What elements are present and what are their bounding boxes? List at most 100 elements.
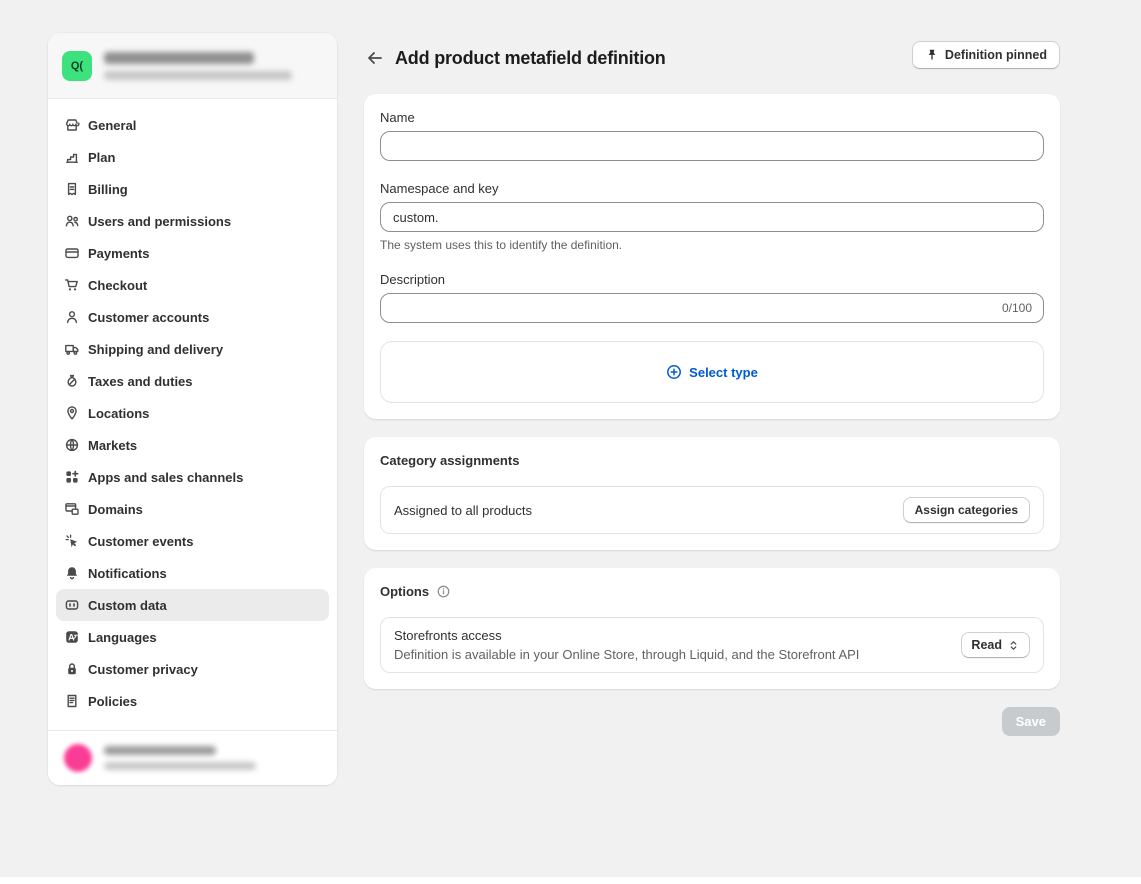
cursor-click-icon — [64, 533, 80, 549]
main-content: Add product metafield definition Definit… — [364, 42, 1060, 736]
sidebar-item-locations[interactable]: Locations — [56, 397, 329, 429]
sidebar-item-label: Billing — [88, 182, 128, 197]
namespace-label: Namespace and key — [380, 181, 1044, 196]
sidebar-item-label: Locations — [88, 406, 149, 421]
sidebar-item-label: Custom data — [88, 598, 167, 613]
description-input[interactable] — [380, 293, 1044, 323]
arrow-left-icon — [365, 48, 385, 68]
custom-data-icon — [64, 597, 80, 613]
store-switcher[interactable]: Q( — [48, 33, 337, 99]
options-card: Options Storefronts access Definition is… — [364, 568, 1060, 689]
lock-icon — [64, 661, 80, 677]
sidebar-item-label: Plan — [88, 150, 115, 165]
assign-categories-button[interactable]: Assign categories — [903, 497, 1030, 523]
sidebar-item-domains[interactable]: Domains — [56, 493, 329, 525]
apps-grid-icon — [64, 469, 80, 485]
namespace-help-text: The system uses this to identify the def… — [380, 238, 1044, 252]
sidebar-item-languages[interactable]: Languages — [56, 621, 329, 653]
storefronts-access-text: Storefronts access Definition is availab… — [394, 628, 949, 662]
user-identity — [104, 746, 256, 770]
store-avatar: Q( — [62, 51, 92, 81]
namespace-key-input[interactable] — [380, 202, 1044, 232]
sidebar-item-custom-data[interactable]: Custom data — [56, 589, 329, 621]
name-input[interactable] — [380, 131, 1044, 161]
document-icon — [64, 693, 80, 709]
sidebar-item-general[interactable]: General — [56, 109, 329, 141]
sidebar-item-customer-events[interactable]: Customer events — [56, 525, 329, 557]
plus-circle-icon — [666, 364, 682, 380]
sidebar-item-label: Shipping and delivery — [88, 342, 223, 357]
sidebar-item-label: General — [88, 118, 136, 133]
sidebar-item-billing[interactable]: Billing — [56, 173, 329, 205]
globe-icon — [64, 437, 80, 453]
namespace-field-group: Namespace and key The system uses this t… — [380, 181, 1044, 252]
credit-card-icon — [64, 245, 80, 261]
storefronts-access-title: Storefronts access — [394, 628, 949, 643]
sidebar-item-label: Payments — [88, 246, 149, 261]
sidebar-item-customer-accounts[interactable]: Customer accounts — [56, 301, 329, 333]
sidebar-item-label: Policies — [88, 694, 137, 709]
back-button[interactable] — [364, 47, 386, 69]
updown-caret-icon — [1007, 639, 1020, 652]
category-assignments-heading: Category assignments — [380, 453, 1044, 468]
store-identity — [104, 52, 292, 80]
options-heading: Options — [380, 584, 429, 599]
sidebar-item-policies[interactable]: Policies — [56, 685, 329, 717]
store-domain-redacted — [104, 71, 292, 80]
access-select-value: Read — [971, 638, 1002, 652]
translate-icon — [64, 629, 80, 645]
sidebar-item-users-permissions[interactable]: Users and permissions — [56, 205, 329, 237]
person-icon — [64, 309, 80, 325]
sidebar-item-label: Domains — [88, 502, 143, 517]
sidebar-item-notifications[interactable]: Notifications — [56, 557, 329, 589]
definition-pinned-button[interactable]: Definition pinned — [912, 41, 1060, 69]
location-pin-icon — [64, 405, 80, 421]
sidebar-item-customer-privacy[interactable]: Customer privacy — [56, 653, 329, 685]
sidebar-item-label: Apps and sales channels — [88, 470, 243, 485]
description-label: Description — [380, 272, 1044, 287]
sidebar-item-label: Markets — [88, 438, 137, 453]
user-avatar-redacted — [64, 744, 92, 772]
sidebar-item-taxes-duties[interactable]: Taxes and duties — [56, 365, 329, 397]
definition-form-card: Name Namespace and key The system uses t… — [364, 94, 1060, 419]
sidebar-item-markets[interactable]: Markets — [56, 429, 329, 461]
receipt-icon — [64, 181, 80, 197]
user-email-redacted — [104, 762, 256, 770]
truck-icon — [64, 341, 80, 357]
tax-bag-icon — [64, 373, 80, 389]
category-assignment-row: Assigned to all products Assign categori… — [380, 486, 1044, 534]
select-type-button[interactable]: Select type — [380, 341, 1044, 403]
assignment-status-text: Assigned to all products — [394, 503, 891, 518]
user-account[interactable] — [48, 730, 337, 785]
sidebar-item-apps-sales-channels[interactable]: Apps and sales channels — [56, 461, 329, 493]
sidebar-item-plan[interactable]: Plan — [56, 141, 329, 173]
sidebar-item-checkout[interactable]: Checkout — [56, 269, 329, 301]
sidebar-item-label: Customer privacy — [88, 662, 198, 677]
pinned-button-label: Definition pinned — [945, 48, 1047, 62]
plan-steps-icon — [64, 149, 80, 165]
cart-icon — [64, 277, 80, 293]
sidebar-item-shipping-delivery[interactable]: Shipping and delivery — [56, 333, 329, 365]
sidebar-item-payments[interactable]: Payments — [56, 237, 329, 269]
sidebar-item-label: Customer accounts — [88, 310, 209, 325]
sidebar-item-label: Users and permissions — [88, 214, 231, 229]
description-field-group: Description 0/100 — [380, 272, 1044, 323]
sidebar-item-label: Customer events — [88, 534, 193, 549]
save-button[interactable]: Save — [1002, 707, 1060, 736]
name-label: Name — [380, 110, 1044, 125]
sidebar-item-label: Checkout — [88, 278, 147, 293]
users-icon — [64, 213, 80, 229]
store-name-redacted — [104, 52, 254, 64]
page-header: Add product metafield definition Definit… — [364, 42, 1060, 74]
info-icon[interactable] — [436, 584, 451, 599]
page-title: Add product metafield definition — [395, 48, 666, 69]
character-counter: 0/100 — [1002, 301, 1032, 315]
storefront-access-select[interactable]: Read — [961, 632, 1030, 658]
sidebar-item-label: Notifications — [88, 566, 167, 581]
sidebar-item-label: Taxes and duties — [88, 374, 193, 389]
sidebar-item-label: Languages — [88, 630, 157, 645]
storefronts-access-description: Definition is available in your Online S… — [394, 647, 949, 662]
settings-sidebar: Q( General Plan Billing Users and permis… — [48, 33, 337, 785]
category-assignments-card: Category assignments Assigned to all pro… — [364, 437, 1060, 550]
storefronts-access-row: Storefronts access Definition is availab… — [380, 617, 1044, 673]
